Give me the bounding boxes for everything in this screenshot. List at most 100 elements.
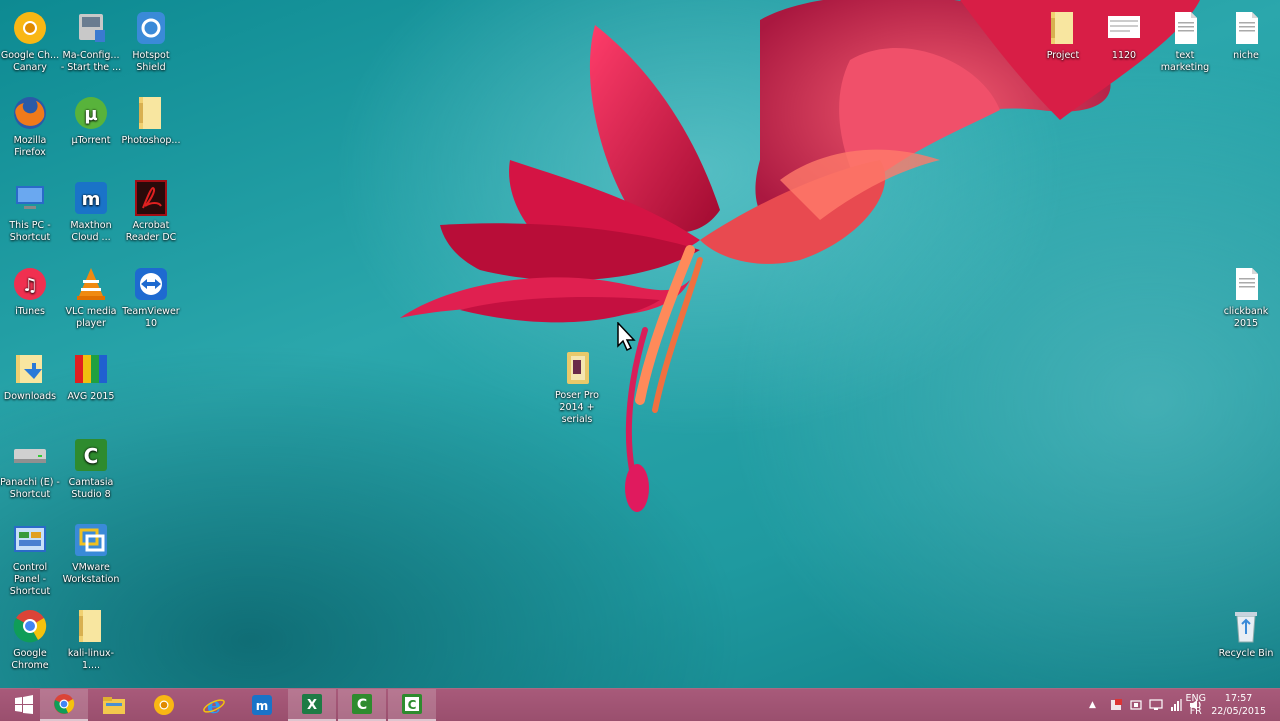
taskbar-clock[interactable]: 17:57 22/05/2015 bbox=[1211, 692, 1266, 718]
desktop-icon[interactable]: 1120 bbox=[1093, 8, 1155, 62]
desktop-icon-label: Poser Pro 2014 + serials bbox=[555, 390, 599, 425]
svg-text:♫: ♫ bbox=[22, 275, 38, 296]
svg-text:µ: µ bbox=[84, 104, 97, 125]
avg-icon bbox=[71, 349, 111, 389]
desktop-icon[interactable]: This PC - Shortcut bbox=[0, 178, 61, 244]
desktop-icon[interactable]: Mozilla Firefox bbox=[0, 93, 61, 159]
desktop-icon[interactable]: clickbank 2015 bbox=[1215, 264, 1277, 330]
taskbar-camtasia-recorder-button[interactable]: C bbox=[338, 689, 386, 721]
desktop-icon-label: Recycle Bin bbox=[1218, 648, 1274, 659]
network-flag-icon[interactable] bbox=[1109, 698, 1123, 712]
archive-folder-icon bbox=[557, 348, 597, 388]
internet-explorer-icon: e bbox=[203, 693, 225, 717]
desktop-icon[interactable]: µ µTorrent bbox=[60, 93, 122, 147]
desktop-icon-label: Camtasia Studio 8 bbox=[68, 477, 114, 500]
text-file-icon bbox=[1226, 8, 1266, 48]
desktop-icon[interactable]: Panachi (E) - Shortcut bbox=[0, 435, 61, 501]
utorrent-icon: µ bbox=[71, 93, 111, 133]
desktop-icon[interactable]: Google Ch... Canary bbox=[0, 8, 61, 74]
desktop-icon[interactable]: ♫ iTunes bbox=[0, 264, 61, 318]
desktop-icon[interactable]: kali-linux-1.... bbox=[60, 606, 122, 672]
taskbar-file-explorer-button[interactable] bbox=[90, 689, 138, 721]
wifi-icon[interactable] bbox=[1169, 698, 1183, 712]
display-icon[interactable] bbox=[1149, 698, 1163, 712]
desktop-icon[interactable]: m Maxthon Cloud ... bbox=[60, 178, 122, 244]
taskbar-chrome-button[interactable] bbox=[40, 689, 88, 721]
mouse-cursor-icon bbox=[617, 322, 636, 352]
taskbar-internet-explorer-button[interactable]: e bbox=[190, 689, 238, 721]
desktop-icon[interactable]: niche bbox=[1215, 8, 1277, 62]
desktop-icon-label: Control Panel - Shortcut bbox=[9, 562, 51, 597]
desktop-icon[interactable]: Hotspot Shield bbox=[120, 8, 182, 74]
desktop-icon-label: Panachi (E) - Shortcut bbox=[0, 477, 60, 500]
desktop-icon-poser-pro[interactable]: Poser Pro 2014 + serials bbox=[546, 348, 608, 426]
desktop-icon-label: niche bbox=[1233, 50, 1259, 61]
desktop-icon[interactable]: AVG 2015 bbox=[60, 349, 122, 403]
taskbar-excel-button[interactable]: X bbox=[288, 689, 336, 721]
desktop-icon-label: Downloads bbox=[3, 391, 57, 402]
desktop-icon[interactable]: TeamViewer 10 bbox=[120, 264, 182, 330]
clock-date: 22/05/2015 bbox=[1211, 706, 1266, 717]
hotspot-shield-icon bbox=[131, 8, 171, 48]
desktop-icon-label: Mozilla Firefox bbox=[13, 135, 47, 158]
recycle-bin-icon bbox=[1226, 606, 1266, 646]
maxthon-icon: m bbox=[71, 178, 111, 218]
desktop-icon[interactable]: Photoshop... bbox=[120, 93, 182, 147]
chrome-canary-icon bbox=[10, 8, 50, 48]
desktop-icon[interactable]: Recycle Bin bbox=[1215, 606, 1277, 660]
desktop-icon-label: Google Chrome bbox=[11, 648, 49, 671]
language-secondary: FR bbox=[1189, 706, 1202, 717]
camtasia-icon: C bbox=[402, 694, 422, 714]
chrome-icon bbox=[10, 606, 50, 646]
taskbar-maxthon-button[interactable]: m bbox=[238, 689, 286, 721]
desktop-icon-label: Maxthon Cloud ... bbox=[70, 220, 112, 243]
wallpaper-flower bbox=[400, 0, 1200, 512]
action-center-icon[interactable] bbox=[1129, 698, 1143, 712]
svg-text:m: m bbox=[256, 699, 269, 713]
desktop-icon[interactable]: C Camtasia Studio 8 bbox=[60, 435, 122, 501]
language-primary: ENG bbox=[1185, 693, 1206, 704]
desktop-icon-label: µTorrent bbox=[71, 135, 111, 146]
folder-icon bbox=[131, 93, 171, 133]
desktop-icon-label: clickbank 2015 bbox=[1223, 306, 1269, 329]
desktop-icon-label: text marketing bbox=[1160, 50, 1210, 73]
desktop-icon-label: Ma-Config... - Start the ... bbox=[60, 50, 122, 73]
desktop-icon[interactable]: text marketing bbox=[1154, 8, 1216, 74]
desktop-icon[interactable]: Ma-Config... - Start the ... bbox=[60, 8, 122, 74]
text-file-icon bbox=[1226, 264, 1266, 304]
chrome-icon bbox=[54, 694, 75, 714]
maxthon-icon: m bbox=[252, 695, 272, 715]
taskbar-camtasia-studio-button[interactable]: C bbox=[388, 689, 436, 721]
windows-logo-icon bbox=[15, 695, 33, 714]
desktop-icon-label: Project bbox=[1046, 50, 1080, 61]
teamviewer-icon bbox=[131, 264, 171, 304]
svg-text:C: C bbox=[84, 444, 99, 468]
desktop-icon-label: VMware Workstation bbox=[62, 562, 120, 585]
desktop-icon[interactable]: Google Chrome bbox=[0, 606, 61, 672]
this-pc-icon bbox=[10, 178, 50, 218]
desktop-icon[interactable]: Project bbox=[1032, 8, 1094, 62]
desktop-icon[interactable]: Control Panel - Shortcut bbox=[0, 520, 61, 598]
downloads-folder-icon bbox=[10, 349, 50, 389]
vlc-icon bbox=[71, 264, 111, 304]
folder-icon bbox=[71, 606, 111, 646]
desktop-icon[interactable]: VLC media player bbox=[60, 264, 122, 330]
desktop-icon[interactable]: VMware Workstation bbox=[60, 520, 122, 586]
folder-icon bbox=[1043, 8, 1083, 48]
desktop-icon-label: Photoshop... bbox=[121, 135, 181, 146]
desktop-icon-label: Hotspot Shield bbox=[132, 50, 170, 73]
acrobat-icon bbox=[131, 178, 171, 218]
taskbar-chrome-canary-button[interactable] bbox=[140, 689, 188, 721]
desktop-icon[interactable]: Downloads bbox=[0, 349, 61, 403]
ma-config-icon bbox=[71, 8, 111, 48]
desktop-icon-label: Google Ch... Canary bbox=[0, 50, 60, 73]
document-icon bbox=[1104, 8, 1144, 48]
text-file-icon bbox=[1165, 8, 1205, 48]
clock-time: 17:57 bbox=[1224, 693, 1253, 704]
svg-text:C: C bbox=[408, 698, 417, 712]
show-hidden-icons-chevron-icon[interactable]: ▲ bbox=[1089, 698, 1103, 712]
desktop-icon[interactable]: Acrobat Reader DC bbox=[120, 178, 182, 244]
desktop-icon-label: 1120 bbox=[1111, 50, 1137, 61]
desktop-icon-label: Acrobat Reader DC bbox=[125, 220, 177, 243]
input-language-indicator[interactable]: ENG FR bbox=[1186, 692, 1206, 718]
